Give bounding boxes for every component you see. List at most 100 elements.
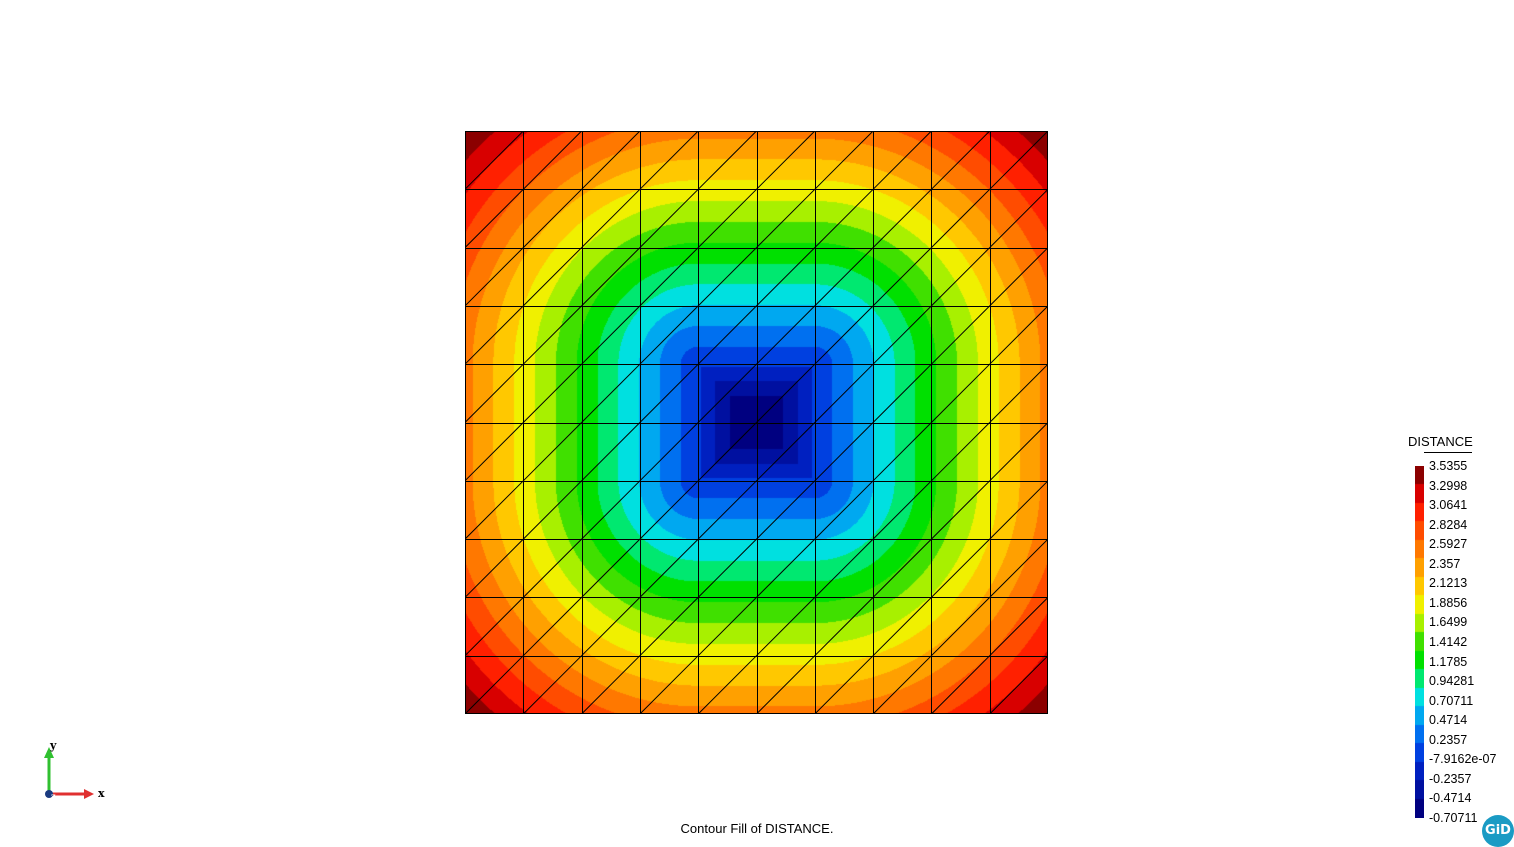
mesh-diagonal-line bbox=[931, 247, 991, 307]
mesh-diagonal-line bbox=[581, 247, 641, 307]
mesh-diagonal-line bbox=[581, 655, 641, 714]
mesh-diagonal-line bbox=[465, 597, 524, 657]
legend-title: DISTANCE bbox=[1408, 434, 1473, 449]
mesh-diagonal-line bbox=[931, 597, 991, 657]
mesh-diagonal-line bbox=[989, 247, 1048, 307]
mesh-diagonal-line bbox=[989, 131, 1048, 190]
x-axis-arrowhead bbox=[84, 789, 94, 799]
mesh-diagonal-line bbox=[522, 422, 582, 482]
mesh-diagonal-line bbox=[522, 247, 582, 307]
mesh-diagonal-line bbox=[989, 538, 1048, 598]
legend-label: 3.2998 bbox=[1429, 478, 1468, 493]
legend-label: 0.94281 bbox=[1429, 674, 1475, 689]
mesh-diagonal-line bbox=[639, 597, 699, 657]
legend-color-bar bbox=[1415, 466, 1424, 818]
legend-label: -0.4714 bbox=[1429, 791, 1472, 806]
mesh-diagonal-line bbox=[522, 363, 582, 423]
mesh-diagonal-line bbox=[814, 422, 874, 482]
mesh-diagonal-line bbox=[814, 188, 874, 248]
legend-label: 2.5927 bbox=[1429, 537, 1468, 552]
mesh-diagonal-line bbox=[756, 131, 816, 190]
legend-label: 2.8284 bbox=[1429, 517, 1468, 532]
mesh-diagonal-line bbox=[522, 188, 582, 248]
mesh-diagonal-line bbox=[931, 538, 991, 598]
mesh-diagonal-line bbox=[522, 480, 582, 540]
mesh-diagonal-line bbox=[989, 363, 1048, 423]
mesh-diagonal-line bbox=[814, 655, 874, 714]
mesh-diagonal-line bbox=[697, 363, 757, 423]
legend-label: -7.9162e-07 bbox=[1429, 752, 1497, 767]
mesh-diagonal-line bbox=[697, 480, 757, 540]
mesh-diagonal-line bbox=[639, 480, 699, 540]
mesh-diagonal-line bbox=[756, 363, 816, 423]
mesh-diagonal-line bbox=[581, 363, 641, 423]
mesh-diagonal-line bbox=[581, 131, 641, 190]
mesh-diagonal-line bbox=[756, 247, 816, 307]
mesh-diagonal-line bbox=[639, 131, 699, 190]
mesh-diagonal-line bbox=[639, 247, 699, 307]
mesh-diagonal-line bbox=[465, 188, 524, 248]
mesh-diagonal-line bbox=[581, 597, 641, 657]
legend-label: 1.1785 bbox=[1429, 654, 1468, 669]
mesh-diagonal-line bbox=[639, 422, 699, 482]
x-axis-label: x bbox=[98, 787, 105, 800]
legend-label: 1.6499 bbox=[1429, 615, 1468, 630]
mesh-diagonal-line bbox=[872, 538, 932, 598]
mesh-diagonal-line bbox=[697, 131, 757, 190]
mesh-diagonal-line bbox=[756, 538, 816, 598]
mesh-diagonal-line bbox=[872, 655, 932, 714]
mesh-diagonal-line bbox=[522, 131, 582, 190]
legend-label: 1.4142 bbox=[1429, 634, 1468, 649]
legend-label: 0.4714 bbox=[1429, 713, 1468, 728]
mesh-diagonal-line bbox=[465, 131, 524, 190]
mesh-diagonal-line bbox=[697, 655, 757, 714]
mesh-diagonal-line bbox=[697, 247, 757, 307]
mesh-diagonal-line bbox=[639, 363, 699, 423]
mesh-diagonal-line bbox=[872, 305, 932, 365]
mesh-diagonal-line bbox=[639, 305, 699, 365]
mesh-diagonal-line bbox=[814, 538, 874, 598]
mesh-diagonal-line bbox=[522, 538, 582, 598]
mesh-diagonal-line bbox=[931, 422, 991, 482]
mesh-diagonal-line bbox=[872, 131, 932, 190]
mesh-diagonal-line bbox=[931, 131, 991, 190]
mesh-diagonal-line bbox=[989, 305, 1048, 365]
mesh-diagonal-line bbox=[697, 422, 757, 482]
mesh-diagonal-line bbox=[814, 305, 874, 365]
graphics-viewport[interactable]: DISTANCE 3.5355 3.2998 3.0641 2.8284 2.5927 2… bbox=[0, 0, 1514, 847]
legend-label: 1.8856 bbox=[1429, 595, 1468, 610]
legend-label: -0.2357 bbox=[1429, 771, 1472, 786]
mesh-diagonal-line bbox=[697, 305, 757, 365]
z-axis-label: z bbox=[51, 791, 56, 801]
gid-logo: GiD bbox=[1482, 815, 1514, 847]
mesh-diagonal-line bbox=[931, 480, 991, 540]
mesh-diagonal-line bbox=[756, 188, 816, 248]
mesh-diagonal-line bbox=[465, 422, 524, 482]
mesh-diagonal-line bbox=[872, 363, 932, 423]
mesh-diagonal-line bbox=[465, 538, 524, 598]
mesh-diagonal-line bbox=[639, 655, 699, 714]
mesh-diagonal-line bbox=[639, 538, 699, 598]
mesh-diagonal-line bbox=[756, 480, 816, 540]
mesh-diagonal-line bbox=[465, 655, 524, 714]
legend-label: 0.70711 bbox=[1429, 693, 1474, 708]
mesh-diagonal-line bbox=[465, 305, 524, 365]
mesh-diagonal-line bbox=[931, 655, 991, 714]
mesh-diagonal-line bbox=[697, 597, 757, 657]
mesh-diagonal-line bbox=[756, 655, 816, 714]
y-axis-label: y bbox=[49, 739, 57, 752]
mesh-diagonal-line bbox=[989, 655, 1048, 714]
mesh-diagonal-line bbox=[697, 188, 757, 248]
axes-orientation-widget: y x z bbox=[44, 739, 105, 801]
mesh-diagonal-line bbox=[581, 188, 641, 248]
mesh-diagonal-line bbox=[931, 363, 991, 423]
legend-label: 2.357 bbox=[1429, 556, 1461, 571]
mesh-diagonal-line bbox=[872, 480, 932, 540]
mesh-diagonal-line bbox=[989, 480, 1048, 540]
mesh-diagonal-line bbox=[931, 188, 991, 248]
mesh-diagonal-line bbox=[756, 597, 816, 657]
mesh-diagonal-line bbox=[989, 188, 1048, 248]
mesh-diagonal-line bbox=[931, 305, 991, 365]
mesh-diagonal-line bbox=[522, 597, 582, 657]
mesh-diagonal-line bbox=[697, 538, 757, 598]
